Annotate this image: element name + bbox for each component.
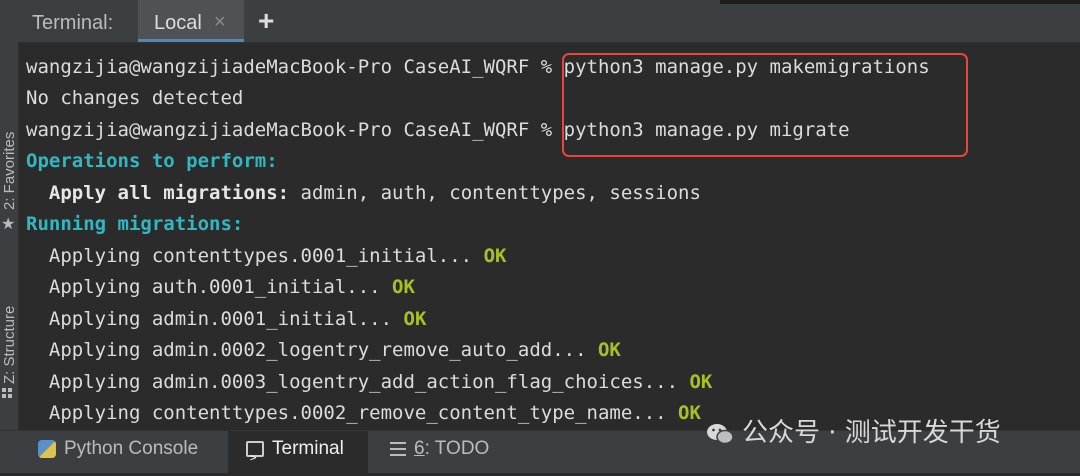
terminal-panel-title: Terminal: bbox=[32, 12, 114, 34]
terminal-line: Applying admin.0002_logentry_remove_auto… bbox=[26, 337, 621, 363]
output-text: Applying auth.0001_initial... bbox=[26, 276, 393, 298]
wechat-logo-icon bbox=[707, 423, 734, 444]
favorites-label: 2: Favorites bbox=[1, 131, 18, 210]
window-edge bbox=[720, 0, 1080, 4]
terminal-line: Apply all migrations: admin, auth, conte… bbox=[26, 180, 701, 206]
terminal-line: Applying admin.0001_initial... OK bbox=[26, 306, 427, 332]
command-highlight-box bbox=[562, 53, 968, 157]
python-console-label: Python Console bbox=[64, 438, 199, 459]
status-ok: OK bbox=[597, 339, 621, 361]
status-ok: OK bbox=[689, 371, 713, 393]
output-text: Applying contenttypes.0001_initial... bbox=[26, 245, 484, 267]
terminal-tab-bar: Terminal: Local × + bbox=[18, 0, 1080, 43]
output-text: Applying contenttypes.0002_remove_conten… bbox=[26, 402, 679, 424]
terminal-line: Running migrations: bbox=[26, 211, 243, 237]
terminal-line: No changes detected bbox=[26, 85, 243, 111]
shell-prompt: wangzijia@wangzijiadeMacBook-Pro CaseAI_… bbox=[26, 119, 564, 141]
todo-number: 6 bbox=[414, 438, 425, 459]
output-text: No changes detected bbox=[26, 87, 244, 109]
output-text: Applying admin.0003_logentry_add_action_… bbox=[26, 371, 690, 393]
status-ok: OK bbox=[678, 402, 701, 424]
section-heading: Running migrations: bbox=[26, 213, 244, 235]
terminal-line: Applying admin.0003_logentry_add_action_… bbox=[26, 369, 712, 395]
star-icon: ★ bbox=[1, 216, 16, 233]
terminal-line: Operations to perform: bbox=[26, 148, 278, 174]
output-text: Applying admin.0001_initial... bbox=[26, 308, 404, 330]
status-ok: OK bbox=[403, 308, 427, 330]
status-ok: OK bbox=[483, 245, 507, 267]
section-heading: Operations to perform: bbox=[26, 150, 278, 172]
python-console-button[interactable]: Python Console bbox=[38, 431, 198, 473]
todo-label: : TODO bbox=[424, 438, 490, 459]
terminal-line: Applying contenttypes.0001_initial... OK bbox=[26, 243, 507, 269]
todo-button[interactable]: 6: TODO bbox=[390, 431, 489, 473]
terminal-icon bbox=[246, 440, 264, 476]
terminal-label: Terminal bbox=[272, 438, 344, 459]
terminal-button[interactable]: Terminal bbox=[228, 431, 368, 476]
add-tab-icon[interactable]: + bbox=[258, 5, 274, 37]
structure-label: Z: Structure bbox=[1, 305, 18, 384]
structure-icon bbox=[2, 388, 13, 400]
list-icon bbox=[390, 441, 406, 456]
status-ok: OK bbox=[392, 276, 415, 298]
tab-local[interactable]: Local × bbox=[138, 0, 244, 42]
shell-prompt: wangzijia@wangzijiadeMacBook-Pro CaseAI_… bbox=[26, 56, 564, 78]
side-tool-strip: 2: Favorites ★ Z: Structure bbox=[0, 0, 19, 430]
tab-local-label: Local bbox=[154, 12, 202, 34]
bold-label: Apply all migrations: bbox=[48, 182, 290, 204]
output-text: Applying admin.0002_logentry_remove_auto… bbox=[26, 339, 598, 361]
python-icon bbox=[38, 439, 56, 458]
close-icon[interactable]: × bbox=[214, 11, 226, 34]
terminal-line: Applying auth.0001_initial... OK bbox=[26, 274, 415, 300]
output-text: admin, auth, contenttypes, sessions bbox=[289, 182, 701, 204]
watermark-text: 公众号 · 测试开发干货 bbox=[742, 418, 1001, 448]
watermark: 公众号 · 测试开发干货 bbox=[706, 412, 1001, 452]
terminal-line: Applying contenttypes.0002_remove_conten… bbox=[26, 400, 701, 426]
